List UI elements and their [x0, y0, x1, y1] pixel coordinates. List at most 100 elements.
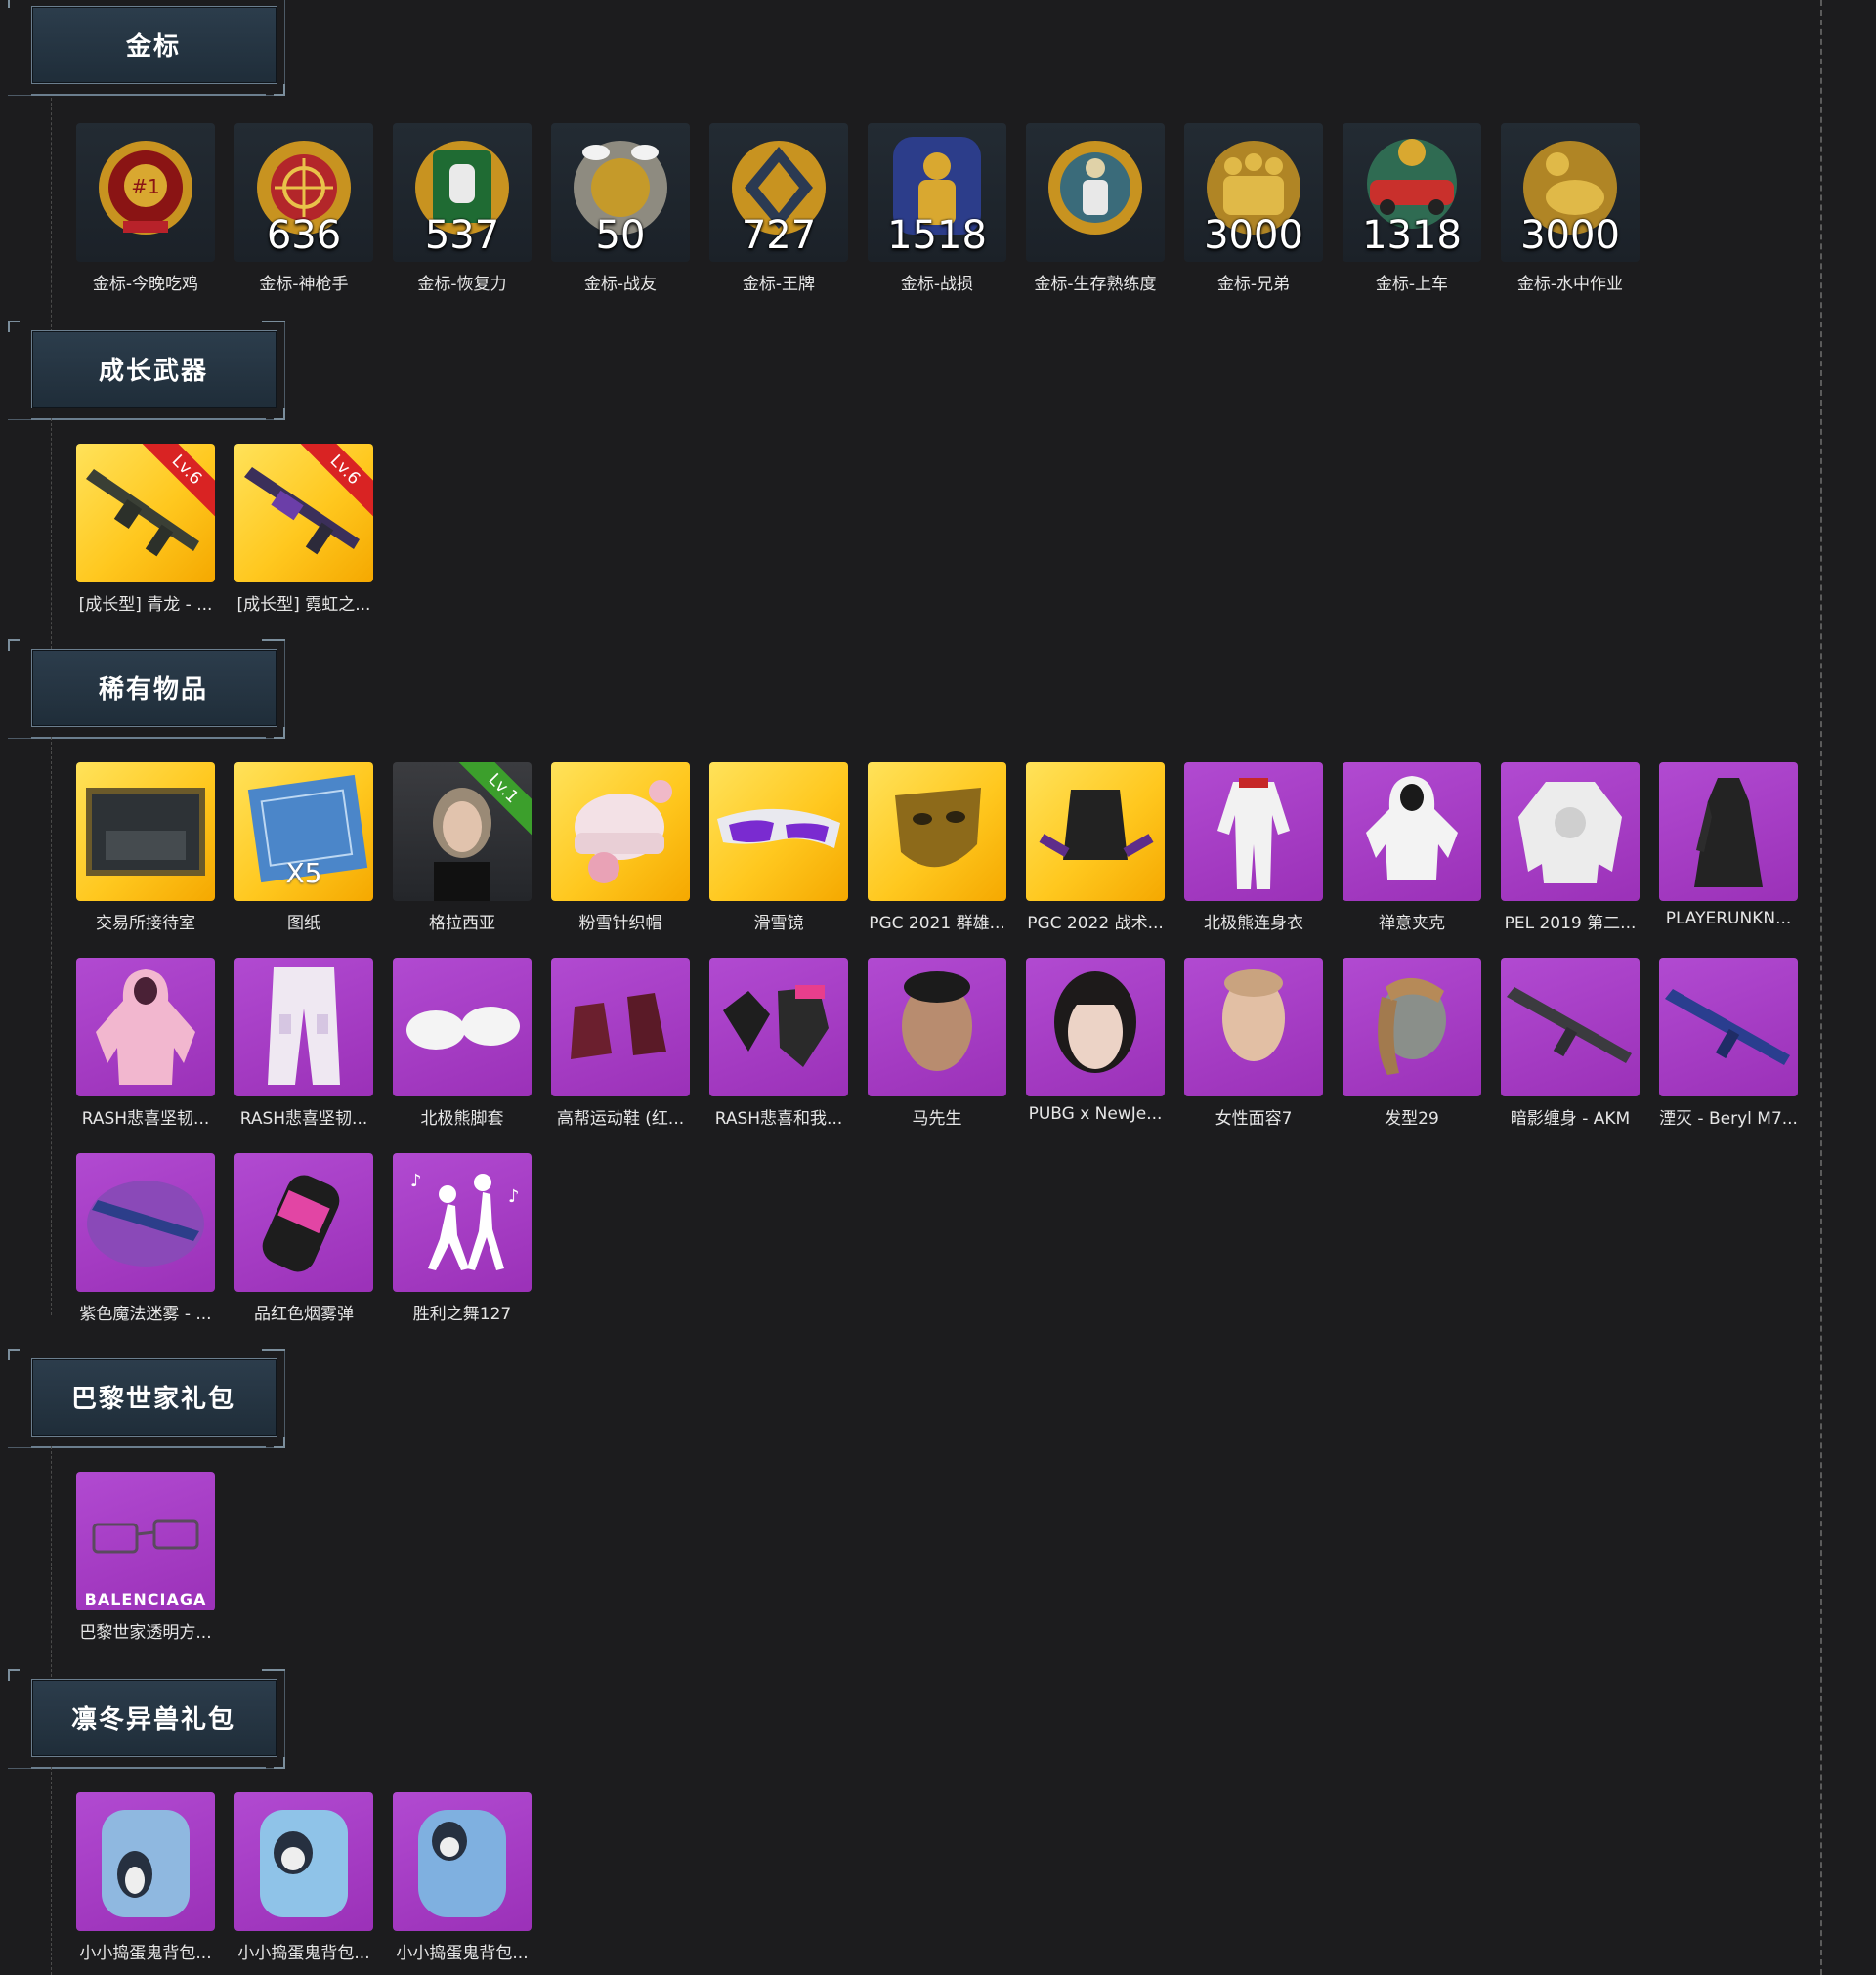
- rare-item[interactable]: PLAYERUNKN...: [1659, 762, 1798, 928]
- rare-item[interactable]: 暗影缠身 - AKM: [1501, 958, 1640, 1129]
- item-label: 金标-上车: [1375, 275, 1449, 294]
- item-label: RASH悲喜坚韧...: [81, 1109, 210, 1129]
- item-label: 金标-神枪手: [259, 275, 349, 294]
- item-label: 金标-王牌: [742, 275, 816, 294]
- rare-item[interactable]: 高帮运动鞋 (红...: [551, 958, 690, 1129]
- rare-item[interactable]: 交易所接待室: [76, 762, 215, 933]
- rare-item[interactable]: PGC 2021 群雄...: [868, 762, 1006, 933]
- ponytail-hair-icon: [1378, 977, 1446, 1075]
- section-title: 巴黎世家礼包: [70, 1384, 235, 1414]
- item-label: 粉雪针织帽: [578, 914, 662, 933]
- akm-rifle-icon: [1507, 987, 1632, 1063]
- badge-count: 1518: [887, 213, 987, 258]
- sneakers-icon: [571, 993, 666, 1059]
- section-title: 金标: [125, 31, 181, 62]
- dance-emote-icon: ♪♪: [410, 1171, 520, 1270]
- item-label: 发型29: [1385, 1109, 1439, 1129]
- item-label: 金标-今晚吃鸡: [92, 275, 199, 294]
- goggles-icon: [717, 808, 840, 848]
- pack-item[interactable]: 小小捣蛋鬼背包...: [234, 1792, 373, 1963]
- pink-hoodie-icon: [96, 969, 195, 1085]
- tactical-vest-icon: [1039, 790, 1154, 860]
- bomber-jacket-icon: [1518, 782, 1622, 883]
- badge-item[interactable]: 金标-生存熟练度: [1026, 123, 1165, 294]
- section-header: 巴黎世家礼包: [8, 1349, 285, 1448]
- rare-item[interactable]: ♪ ♪ 胜利之舞127: [393, 1153, 532, 1324]
- item-label: PEL 2019 第二...: [1504, 914, 1637, 933]
- rare-item[interactable]: RASH悲喜坚韧...: [234, 958, 373, 1129]
- badge-count: 727: [741, 213, 817, 258]
- chicken-dinner-medal-icon: #1: [99, 141, 192, 235]
- pack-item[interactable]: 小小捣蛋鬼背包...: [76, 1792, 215, 1963]
- item-label: PGC 2022 战术...: [1027, 914, 1164, 933]
- item-label: [成长型] 霓虹之...: [236, 595, 371, 615]
- svg-text:♪: ♪: [508, 1186, 520, 1207]
- penguin-backpack-icon: [418, 1810, 506, 1917]
- badge-item[interactable]: 727 金标-王牌: [709, 123, 848, 294]
- paw-slippers-icon: [406, 1007, 520, 1050]
- pack-item[interactable]: 小小捣蛋鬼背包...: [393, 1792, 532, 1963]
- badge-item[interactable]: 1518 金标-战损: [868, 123, 1006, 294]
- rare-item[interactable]: 北极熊脚套: [393, 958, 532, 1129]
- penguin-backpack-icon: [102, 1810, 190, 1917]
- item-label: PGC 2021 群雄...: [869, 914, 1005, 933]
- rare-item[interactable]: 湮灭 - Beryl M7...: [1659, 958, 1798, 1129]
- badge-item[interactable]: 537 金标-恢复力: [393, 123, 532, 294]
- item-label: RASH悲喜坚韧...: [239, 1109, 368, 1129]
- item-label: 金标-生存熟练度: [1034, 275, 1157, 294]
- badge-count: 50: [595, 213, 646, 258]
- female-face-icon: [1222, 969, 1285, 1061]
- section-header: 凛冬异兽礼包: [8, 1669, 285, 1769]
- gold-mask-icon: [895, 788, 981, 868]
- rare-item[interactable]: 粉雪针织帽: [551, 762, 690, 933]
- rare-item[interactable]: 禅意夹克: [1343, 762, 1481, 933]
- item-label: 暗影缠身 - AKM: [1510, 1109, 1631, 1129]
- lobby-room-icon: [86, 788, 205, 876]
- item-label: 高帮运动鞋 (红...: [556, 1109, 685, 1129]
- item-label: PUBG x NewJe...: [1028, 1104, 1163, 1124]
- rare-item[interactable]: PEL 2019 第二...: [1501, 762, 1640, 933]
- badge-item[interactable]: 3000 金标-水中作业: [1501, 123, 1640, 294]
- badge-count: 3000: [1204, 213, 1303, 258]
- rare-item[interactable]: 滑雪镜: [709, 762, 848, 933]
- item-label: 品红色烟雾弹: [254, 1305, 354, 1324]
- item-label: 滑雪镜: [753, 914, 804, 933]
- item-label: 巴黎世家透明方...: [79, 1623, 212, 1643]
- svg-text:♪: ♪: [410, 1171, 422, 1191]
- badge-item[interactable]: 3000 金标-兄弟: [1184, 123, 1323, 294]
- rare-item[interactable]: RASH悲喜和我...: [709, 958, 848, 1129]
- badge-item[interactable]: #1 金标-今晚吃鸡: [76, 123, 215, 294]
- weapon-item[interactable]: Lv.6 [成长型] 霓虹之...: [234, 444, 373, 615]
- rare-item[interactable]: PGC 2022 战术...: [1026, 762, 1165, 933]
- male-face-icon: [902, 971, 972, 1071]
- badge-item[interactable]: 636 金标-神枪手: [234, 123, 373, 294]
- item-label: 紫色魔法迷雾 - ...: [79, 1305, 212, 1324]
- rare-item[interactable]: 紫色魔法迷雾 - ...: [76, 1153, 215, 1324]
- survivor-medal-icon: [1048, 141, 1142, 235]
- badge-item[interactable]: 50 金标-战友: [551, 123, 690, 294]
- gloves-icon: [723, 985, 829, 1067]
- rare-item[interactable]: 女性面容7: [1184, 958, 1323, 1129]
- item-label: 胜利之舞127: [412, 1305, 512, 1324]
- item-label: PLAYERUNKN...: [1665, 909, 1792, 928]
- rare-item[interactable]: 北极熊连身衣: [1184, 762, 1323, 933]
- rare-item[interactable]: X5 图纸: [234, 762, 373, 933]
- rare-item[interactable]: PUBG x NewJe...: [1026, 958, 1165, 1124]
- brand-label: BALENCIAGA: [84, 1590, 207, 1609]
- section-title: 稀有物品: [98, 674, 208, 705]
- rare-item[interactable]: 发型29: [1343, 958, 1481, 1129]
- rare-item[interactable]: 品红色烟雾弹: [234, 1153, 373, 1324]
- item-label: 北极熊连身衣: [1204, 914, 1303, 933]
- pack-item[interactable]: BALENCIAGA 巴黎世家透明方...: [76, 1472, 215, 1643]
- section-header: 金标: [8, 0, 285, 96]
- item-label: 图纸: [287, 914, 320, 933]
- weapon-item[interactable]: Lv.6 [成长型] 青龙 - ...: [76, 444, 215, 615]
- hooded-jacket-icon: [1366, 776, 1458, 880]
- magic-gun-icon: [87, 1181, 204, 1267]
- rare-item[interactable]: RASH悲喜坚韧...: [76, 958, 215, 1129]
- badge-item[interactable]: 1318 金标-上车: [1343, 123, 1481, 294]
- item-label: 女性面容7: [1215, 1109, 1293, 1129]
- rare-item[interactable]: 马先生: [868, 958, 1006, 1129]
- rare-item[interactable]: Lv.1 格拉西亚: [393, 762, 532, 933]
- item-label: [成长型] 青龙 - ...: [78, 595, 213, 615]
